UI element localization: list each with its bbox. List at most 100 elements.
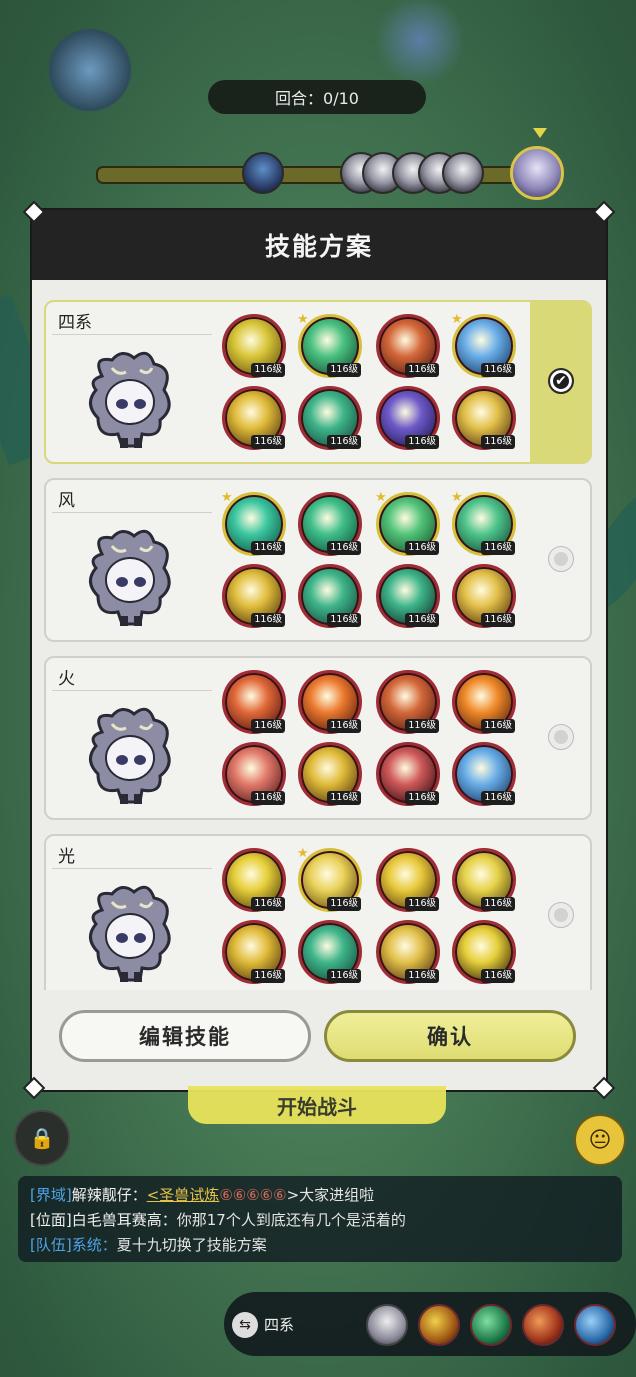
pet-portrait xyxy=(89,885,171,982)
skill-icon[interactable]: 116级 xyxy=(376,848,440,912)
skill-icon[interactable]: 116级 xyxy=(298,670,362,734)
plan-card-2[interactable]: 火 116级 116级 116级 116级 116级 116级 116级 116级 xyxy=(44,656,592,820)
plan-card-0[interactable]: 四系 116级 ★ 116级 116级 ★ 116级 116级 116级 116级 116级 ✔ xyxy=(44,300,592,464)
chat-link-icons: ⑥⑥⑥⑥⑥ xyxy=(219,1186,287,1204)
skill-level: 116级 xyxy=(327,897,361,911)
skill-icon[interactable]: 116级 xyxy=(452,564,516,628)
divider xyxy=(52,512,212,513)
skill-icon[interactable]: 116级 xyxy=(222,848,286,912)
skill-level: 116级 xyxy=(251,363,285,377)
skill-thumb[interactable] xyxy=(470,1304,512,1346)
skill-level: 116级 xyxy=(405,897,439,911)
chat-link[interactable]: <圣兽试炼 xyxy=(147,1186,220,1204)
plan-card-1[interactable]: 风 ★ 116级 116级 ★ 116级 ★ 116级 116级 116级 116级 116级 xyxy=(44,478,592,642)
plan-name: 四系 xyxy=(58,313,92,333)
skill-icon[interactable]: 116级 xyxy=(452,742,516,806)
skill-icon[interactable]: 116级 xyxy=(298,920,362,984)
skill-icon[interactable]: 116级 xyxy=(222,386,286,450)
skill-icon[interactable]: 116级 xyxy=(222,670,286,734)
skill-level: 116级 xyxy=(251,969,285,983)
pet-portrait xyxy=(89,351,171,448)
plan-name: 火 xyxy=(58,669,75,689)
star-icon: ★ xyxy=(451,490,463,505)
skill-level: 116级 xyxy=(405,791,439,805)
skill-thumb[interactable] xyxy=(522,1304,564,1346)
chat-message: [位面]白毛兽耳赛高：你那17个人到底还有几个是活着的 xyxy=(30,1209,406,1230)
skill-icon[interactable]: 116级 xyxy=(298,386,362,450)
skill-level: 116级 xyxy=(405,613,439,627)
skill-level: 116级 xyxy=(405,363,439,377)
skill-level: 116级 xyxy=(327,969,361,983)
chat-text: 你那17个人到底还有几个是活着的 xyxy=(176,1211,406,1229)
chat-channel: [界域] xyxy=(30,1186,72,1204)
skill-icon[interactable]: ★ 116级 xyxy=(297,312,362,378)
skill-icon[interactable]: 116级 xyxy=(376,670,440,734)
skill-level: 116级 xyxy=(481,719,515,733)
star-icon: ★ xyxy=(297,312,309,327)
skill-icon[interactable]: 116级 xyxy=(376,742,440,806)
skill-icon[interactable]: 116级 xyxy=(298,564,362,628)
skill-level: 116级 xyxy=(327,791,361,805)
radio-button[interactable] xyxy=(548,546,574,572)
plan-name: 光 xyxy=(58,847,75,867)
pet-portrait xyxy=(89,707,171,804)
skill-icon[interactable]: ★ 116级 xyxy=(221,491,286,556)
skill-level: 116级 xyxy=(251,897,285,911)
skill-icon[interactable]: 116级 xyxy=(452,386,516,450)
skill-icon[interactable]: 116级 xyxy=(376,314,440,378)
skill-level: 116级 xyxy=(481,363,515,377)
skill-quickbar: ⇆ 四系 xyxy=(224,1292,636,1356)
chat-panel[interactable]: [界域]解辣靓仔：<圣兽试炼⑥⑥⑥⑥⑥>大家进组啦 [位面]白毛兽耳赛高：你那1… xyxy=(18,1176,622,1262)
skill-thumb[interactable] xyxy=(574,1304,616,1346)
skill-icon[interactable]: 116级 xyxy=(452,848,516,912)
chat-message: [界域]解辣靓仔：<圣兽试炼⑥⑥⑥⑥⑥>大家进组啦 xyxy=(30,1184,374,1205)
skill-icon[interactable]: 116级 xyxy=(298,492,362,556)
skill-icon[interactable]: 116级 xyxy=(222,564,286,628)
plan-card-3[interactable]: 光 116级 ★ 116级 116级 116级 116级 116级 116级 116级 xyxy=(44,834,592,990)
skill-icon[interactable]: 116级 xyxy=(222,314,286,378)
edit-skills-button[interactable]: 编辑技能 xyxy=(59,1010,311,1062)
skill-icon[interactable]: 116级 xyxy=(376,386,440,450)
chat-sender: 白毛兽耳赛高： xyxy=(71,1211,177,1229)
skill-level: 116级 xyxy=(405,719,439,733)
round-counter: 回合：0/10 xyxy=(208,80,426,114)
skill-level: 116级 xyxy=(405,541,439,555)
skill-icon[interactable]: ★ 116级 xyxy=(451,490,516,556)
skill-level: 116级 xyxy=(327,435,361,449)
skill-thumb[interactable] xyxy=(418,1304,460,1346)
radio-button[interactable] xyxy=(548,724,574,750)
enemy-avatar xyxy=(242,152,284,194)
confirm-button[interactable]: 确认 xyxy=(324,1010,576,1062)
pet-thumb[interactable] xyxy=(366,1304,408,1346)
skill-icon[interactable]: ★ 116级 xyxy=(375,491,440,556)
skill-level: 116级 xyxy=(327,613,361,627)
start-battle-button[interactable]: 开始战斗 xyxy=(188,1086,446,1124)
skill-level: 116级 xyxy=(405,969,439,983)
chat-channel: [位面] xyxy=(30,1211,72,1229)
lock-icon[interactable]: 🔒 xyxy=(14,1110,70,1166)
chat-message: [队伍]系统：夏十九切换了技能方案 xyxy=(30,1234,267,1255)
swap-icon[interactable]: ⇆ xyxy=(232,1312,258,1338)
skill-level: 116级 xyxy=(327,363,361,377)
skill-level: 116级 xyxy=(251,719,285,733)
plan-list[interactable]: 四系 116级 ★ 116级 116级 ★ 116级 116级 116级 116级 116级 ✔ 风 ★ 1… xyxy=(44,300,594,990)
skill-icon[interactable]: 116级 xyxy=(452,920,516,984)
emoji-face-icon[interactable]: 😐 xyxy=(574,1114,626,1166)
dialog-title: 技能方案 xyxy=(32,210,606,280)
divider xyxy=(52,690,212,691)
radio-button[interactable] xyxy=(548,902,574,928)
plan-name: 风 xyxy=(58,491,75,511)
skill-level: 116级 xyxy=(481,613,515,627)
skill-icon[interactable]: 116级 xyxy=(376,920,440,984)
skill-icon[interactable]: 116级 xyxy=(298,742,362,806)
skill-level: 116级 xyxy=(251,541,285,555)
skill-icon[interactable]: ★ 116级 xyxy=(451,313,516,378)
skill-icon[interactable]: 116级 xyxy=(222,920,286,984)
divider xyxy=(52,868,212,869)
check-icon[interactable]: ✔ xyxy=(548,368,574,394)
skill-icon[interactable]: ★ 116级 xyxy=(297,847,362,912)
skill-level: 116级 xyxy=(327,719,361,733)
skill-icon[interactable]: 116级 xyxy=(376,564,440,628)
skill-icon[interactable]: 116级 xyxy=(222,742,286,806)
skill-icon[interactable]: 116级 xyxy=(452,670,516,734)
